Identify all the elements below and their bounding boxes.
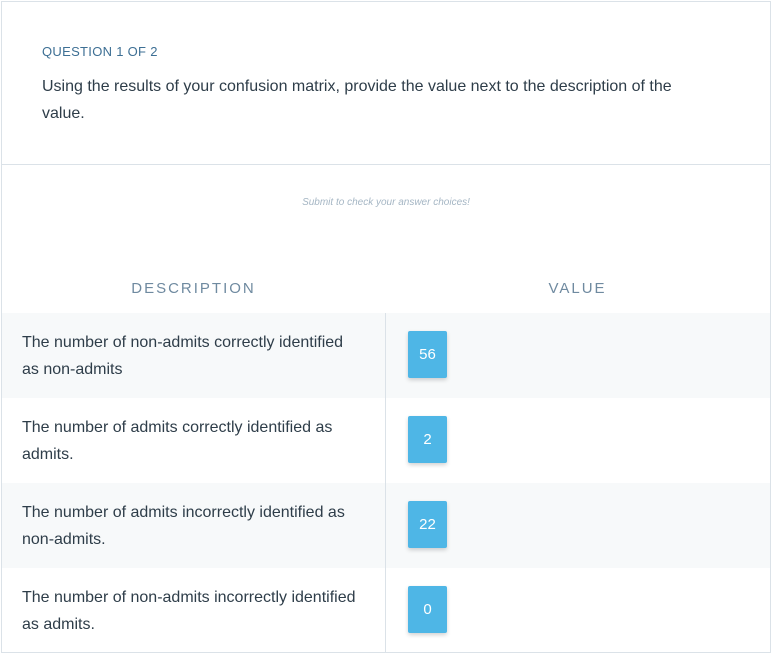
description-column-header: DESCRIPTION [131, 280, 256, 297]
question-counter: QUESTION 1 OF 2 [42, 44, 158, 59]
row-description: The number of admits incorrectly identif… [22, 504, 345, 548]
question-header: QUESTION 1 OF 2 Using the results of you… [2, 2, 770, 165]
question-text: Using the results of your confusion matr… [42, 78, 672, 122]
value-chip[interactable]: 2 [408, 416, 447, 463]
column-divider [385, 313, 386, 652]
row-description: The number of non-admits correctly ident… [22, 334, 344, 378]
row-description: The number of admits correctly identifie… [22, 419, 333, 463]
table-row: The number of admits incorrectly identif… [2, 483, 770, 568]
submit-hint: Submit to check your answer choices! [302, 197, 470, 208]
matching-table: The number of non-admits correctly ident… [2, 313, 770, 652]
value-chip[interactable]: 56 [408, 331, 447, 378]
row-value-slot: 22 [408, 501, 447, 548]
value-column-header: VALUE [548, 280, 607, 297]
table-row: The number of non-admits correctly ident… [2, 313, 770, 398]
row-value-slot: 56 [408, 331, 447, 378]
quiz-card: QUESTION 1 OF 2 Using the results of you… [1, 1, 771, 653]
row-value-slot: 0 [408, 586, 447, 633]
row-value-slot: 2 [408, 416, 447, 463]
row-description: The number of non-admits incorrectly ide… [22, 589, 356, 633]
table-row: The number of admits correctly identifie… [2, 398, 770, 483]
value-chip[interactable]: 22 [408, 501, 447, 548]
table-row: The number of non-admits incorrectly ide… [2, 568, 770, 652]
value-chip[interactable]: 0 [408, 586, 447, 633]
